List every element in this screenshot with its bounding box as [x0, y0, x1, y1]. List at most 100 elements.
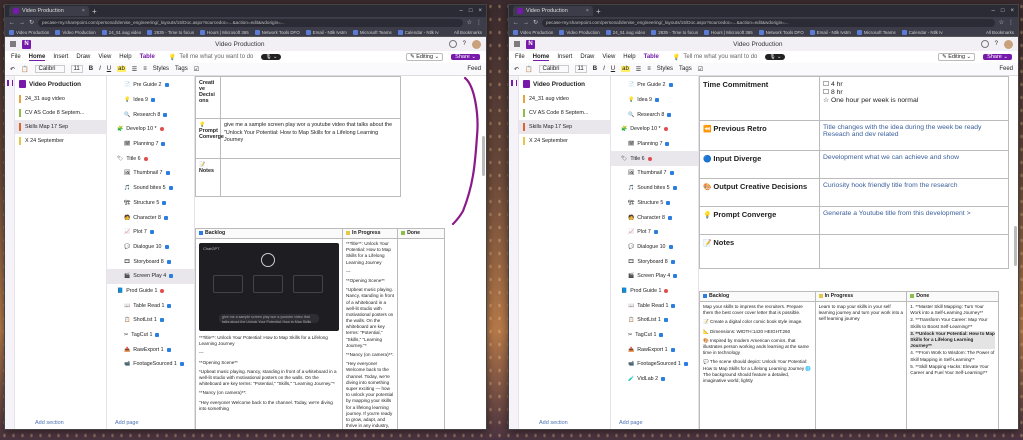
page-item[interactable]: 🗓 Planning 7 [611, 137, 698, 152]
page-item[interactable]: 📘 Prod Guide 1 [611, 284, 698, 299]
italic-button[interactable]: I [603, 66, 605, 72]
page-item[interactable]: 🔍 Research 8 [611, 107, 698, 122]
page-item[interactable]: 🏗 Structure 5 [107, 196, 194, 211]
notebooks-icon[interactable] [511, 80, 517, 86]
editing-mode-button[interactable]: ✎ Editing ⌄ [938, 53, 976, 61]
highlight-button[interactable]: ab [621, 66, 630, 72]
minimize-icon[interactable]: – [460, 8, 463, 14]
page-item[interactable]: 🖼 Thumbnail 7 [611, 166, 698, 181]
page-item[interactable]: 📤 RawExport 1 [107, 342, 194, 357]
add-page-button[interactable]: Add page [619, 420, 643, 426]
tell-me-search[interactable]: 💡 Tell me what you want to do [169, 54, 254, 61]
highlight-button[interactable]: ab [117, 66, 126, 72]
done-column[interactable]: 1. **Master Skill Mapping: Turn Your Wor… [906, 301, 999, 429]
checkbox-icon[interactable]: ☐ [823, 89, 829, 96]
done-column[interactable] [397, 238, 445, 429]
page-item[interactable]: 💡 Idea 9 [107, 93, 194, 108]
bookmark-item[interactable]: Network Tools DFO [758, 29, 804, 35]
page-item[interactable]: 📤 RawExport 1 [611, 342, 698, 357]
url-field[interactable]: pecase-my.sharepoint.com/personal/denise… [38, 18, 463, 27]
page-item[interactable]: 📄 Pre Guide 2 [107, 78, 194, 93]
bookmark-item[interactable]: Video Production [55, 29, 96, 35]
all-bookmarks-button[interactable]: All Bookmarks [986, 30, 1014, 35]
page-item[interactable]: 🧩 Develop 10 * [611, 122, 698, 137]
editing-mode-button[interactable]: ✎ Editing ⌄ [406, 53, 444, 61]
page-item[interactable]: 🏷 Title 6 [611, 151, 698, 167]
add-page-button[interactable]: Add page [115, 420, 139, 426]
bookmark-item[interactable]: Microsoft Teams [352, 29, 392, 35]
section-item[interactable]: CV AS Code 8 Septem... [15, 106, 106, 120]
reload-icon[interactable]: ↻ [29, 19, 34, 26]
tell-me-search[interactable]: 💡 Tell me what you want to do [673, 54, 758, 61]
browser-menu-icon[interactable]: ⋮ [1008, 19, 1014, 26]
menu-help[interactable]: Help [623, 54, 635, 60]
bookmark-item[interactable]: 2835 - Time to focus [651, 29, 698, 35]
bookmark-item[interactable]: Email - Ntlk Ivstm [305, 29, 347, 35]
styles-button[interactable]: Styles [153, 66, 169, 72]
section-item[interactable]: 24_31 aug video [15, 92, 106, 106]
bookmark-item[interactable]: Calendar - Ntlk Iv [397, 29, 439, 35]
menu-draw[interactable]: Draw [580, 54, 594, 60]
menu-home[interactable]: Home [28, 54, 46, 61]
page-item[interactable]: 📘 Prod Guide 1 [107, 284, 194, 299]
page-item[interactable]: 💬 Dialogue 10 [611, 240, 698, 255]
done-title-item[interactable]: 2. **Transform Your Career: Map Your Ski… [910, 317, 995, 329]
page-item[interactable]: 📖 Table Read 1 [611, 298, 698, 313]
menu-table[interactable]: Table [644, 54, 659, 60]
new-tab-button[interactable]: + [92, 7, 97, 16]
backlog-column[interactable]: ChatGPT give me a sample screen play wor… [195, 238, 343, 429]
section-item[interactable]: CV AS Code 8 Septem... [519, 106, 610, 120]
page-item[interactable]: ✂ TagCut 1 [611, 328, 698, 343]
page-item[interactable]: 📹 FootageSourced 1 [611, 357, 698, 372]
page-item[interactable]: 🏗 Structure 5 [611, 196, 698, 211]
undo-icon[interactable]: ↶ [10, 66, 15, 73]
notebooks-icon[interactable] [7, 80, 13, 86]
menu-file[interactable]: File [515, 54, 525, 60]
bold-button[interactable]: B [593, 66, 597, 72]
notes-value[interactable] [220, 158, 401, 197]
bullets-icon[interactable]: ☰ [132, 66, 137, 73]
close-tab-icon[interactable]: × [82, 8, 85, 14]
page-item[interactable]: 🎬 Screen Play 4 [107, 268, 194, 284]
menu-insert[interactable]: Insert [53, 54, 68, 60]
bookmark-item[interactable]: Network Tools DFO [254, 29, 300, 35]
input-diverge-value[interactable]: Development what we can achieve and show [819, 150, 1009, 179]
notebook-title[interactable]: Video Production [519, 76, 610, 92]
bookmark-item[interactable]: Video Production [513, 29, 553, 35]
page-item[interactable]: 📖 Table Read 1 [107, 298, 194, 313]
browser-tab[interactable]: Video Production × [513, 6, 593, 16]
page-item[interactable]: 🏷 Title 6 [107, 151, 194, 166]
page-item[interactable]: 🎞 Storyboard 8 [611, 254, 698, 269]
app-launcher-icon[interactable] [10, 41, 16, 47]
font-family-select[interactable]: Calibri [34, 65, 65, 73]
font-family-select[interactable]: Calibri [538, 65, 569, 73]
browser-menu-icon[interactable]: ⋮ [476, 19, 482, 26]
all-bookmarks-button[interactable]: All Bookmarks [454, 30, 482, 35]
feed-button[interactable]: Feed [999, 66, 1013, 72]
page-item[interactable]: 📹 FootageSourced 1 [107, 357, 194, 372]
time-option-4hr[interactable]: ☐ 4 hr [823, 80, 1005, 88]
bookmark-item[interactable]: Microsoft Teams [856, 29, 896, 35]
page-item[interactable]: 🧑 Character 8 [611, 210, 698, 225]
menu-table[interactable]: Table [140, 54, 155, 60]
maximize-icon[interactable]: □ [469, 8, 473, 14]
bookmark-item[interactable]: Hours | Microsoft 365 [200, 29, 249, 35]
underline-button[interactable]: U [611, 66, 615, 72]
bookmark-item[interactable]: Hours | Microsoft 365 [704, 29, 753, 35]
previous-retro-value[interactable]: Title changes with the idea during the w… [819, 120, 1009, 151]
bookmark-item[interactable]: 24_51 aug video [605, 29, 645, 35]
star-icon[interactable]: ☆ [999, 19, 1004, 26]
help-icon[interactable]: ? [995, 41, 998, 47]
italic-button[interactable]: I [99, 66, 101, 72]
time-option-weekly[interactable]: ☆ One hour per week is normal [823, 96, 1005, 104]
dictate-icon[interactable]: 🎙 ⌄ [765, 54, 786, 60]
bookmark-item[interactable]: Calendar - Ntlk Iv [901, 29, 943, 35]
section-item[interactable]: 24_31 aug video [519, 92, 610, 106]
page-canvas[interactable]: Time Commitment ☐ 4 hr ☐ 8 hr ☆ One hour… [699, 76, 1018, 429]
back-arrow-icon[interactable]: ← [513, 20, 519, 26]
todo-checkbox-icon[interactable]: ☑ [698, 66, 703, 73]
user-avatar[interactable] [472, 39, 481, 49]
done-title-item[interactable]: 5. **Skill Mapping Hacks: Elevate Your C… [910, 364, 995, 376]
star-icon[interactable]: ☆ [467, 19, 472, 26]
styles-button[interactable]: Styles [657, 66, 673, 72]
